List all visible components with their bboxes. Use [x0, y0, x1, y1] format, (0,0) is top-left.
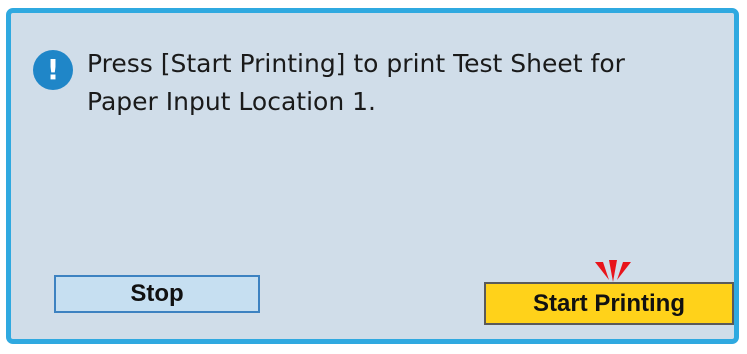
start-printing-button[interactable]: Start Printing — [484, 282, 734, 325]
attention-burst-icon — [595, 260, 631, 282]
message-line-2: Paper Input Location 1. — [87, 87, 376, 116]
dialog-message: Press [Start Printing] to print Test She… — [87, 45, 707, 121]
info-exclamation-icon: ! — [33, 50, 73, 90]
message-line-1: Press [Start Printing] to print Test She… — [87, 49, 625, 78]
message-dialog: ! Press [Start Printing] to print Test S… — [6, 8, 739, 344]
stop-button[interactable]: Stop — [54, 275, 260, 313]
